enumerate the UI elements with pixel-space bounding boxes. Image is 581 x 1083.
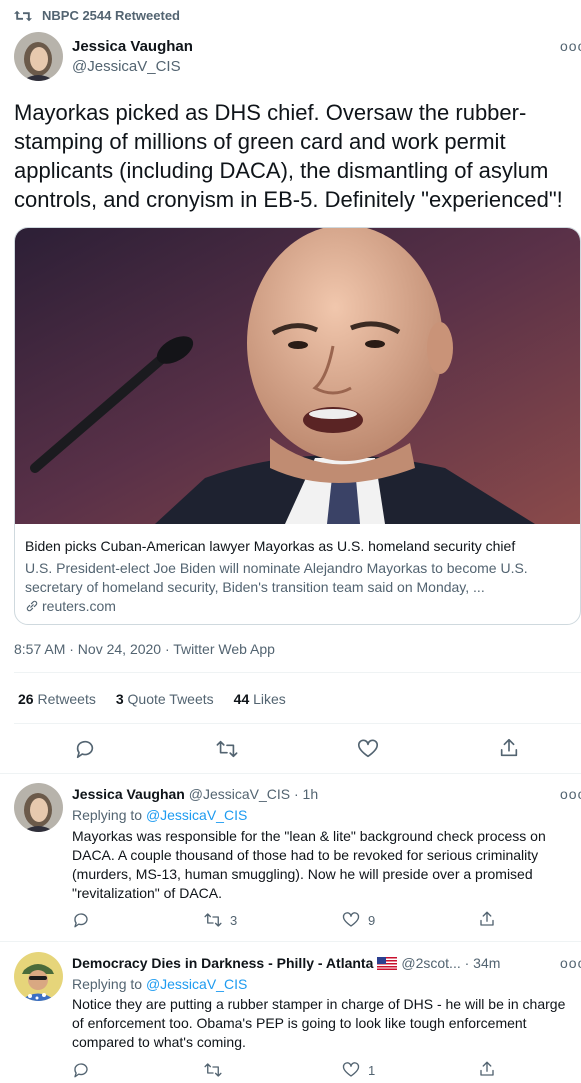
author-name[interactable]: Jessica Vaughan [72, 38, 193, 55]
share-icon [478, 1060, 496, 1078]
retweet-button[interactable] [216, 738, 238, 760]
reply-header: Democracy Dies in Darkness - Philly - At… [72, 955, 500, 971]
replying-to-prefix: Replying to [72, 976, 143, 992]
retweet-label[interactable]: NBPC 2544 Retweeted [42, 8, 180, 23]
replying-to-handle[interactable]: @JessicaV_CIS [146, 976, 247, 992]
share-button[interactable] [478, 910, 496, 928]
share-button[interactable] [478, 1060, 496, 1078]
reply-header: Jessica Vaughan @JessicaV_CIS · 1h [72, 786, 318, 802]
reply-avatar[interactable] [14, 952, 63, 1001]
like-button[interactable]: 9 [342, 911, 375, 929]
link-icon [25, 599, 39, 613]
reply-time[interactable]: · 1h [294, 786, 318, 802]
divider [0, 941, 581, 942]
retweet-icon [14, 9, 32, 23]
like-count: 9 [368, 912, 376, 928]
reply-button[interactable] [72, 911, 90, 929]
reply-time[interactable]: · 34m [465, 955, 501, 971]
reply-author-handle[interactable]: @2scot... [401, 955, 460, 971]
divider [0, 773, 581, 774]
card-domain[interactable]: reuters.com [25, 598, 116, 614]
reply-author-name[interactable]: Democracy Dies in Darkness - Philly - At… [72, 955, 373, 971]
more-options-icon[interactable]: ooo [560, 786, 581, 802]
retweet-icon [204, 1061, 222, 1079]
reply-button[interactable] [72, 1061, 90, 1079]
divider [14, 672, 581, 673]
replying-to-handle[interactable]: @JessicaV_CIS [146, 807, 247, 823]
more-options-icon[interactable]: ooo [560, 955, 581, 971]
quote-tweets-stat[interactable]: 3 Quote Tweets [116, 691, 214, 707]
retweet-icon [216, 738, 238, 760]
tweet-text: Mayorkas picked as DHS chief. Oversaw th… [14, 100, 563, 212]
replying-to: Replying to @JessicaV_CIS [72, 806, 247, 825]
retweet-count: 3 [230, 912, 238, 928]
link-card[interactable]: Biden picks Cuban-American lawyer Mayork… [14, 227, 581, 625]
card-domain-label: reuters.com [42, 598, 116, 614]
engagement-stats: 26 Retweets 3 Quote Tweets 44 Likes [18, 691, 286, 707]
retweet-button[interactable] [204, 1061, 230, 1079]
retweet-context: NBPC 2544 Retweeted [14, 8, 180, 23]
share-icon [498, 737, 520, 759]
reply-avatar[interactable] [14, 783, 63, 832]
reply-icon [72, 1061, 90, 1079]
heart-icon [342, 911, 360, 929]
heart-icon [342, 1061, 360, 1079]
replying-to-prefix: Replying to [72, 807, 143, 823]
reply-button[interactable] [74, 738, 96, 760]
like-button[interactable] [357, 738, 379, 760]
retweet-button[interactable]: 3 [204, 911, 237, 929]
retweet-icon [204, 911, 222, 929]
author-handle[interactable]: @JessicaV_CIS [72, 58, 181, 75]
reply-author-handle[interactable]: @JessicaV_CIS [189, 786, 290, 802]
more-options-icon[interactable]: ooo [560, 38, 581, 54]
likes-stat[interactable]: 44 Likes [234, 691, 286, 707]
card-image [15, 228, 580, 524]
divider [14, 723, 581, 724]
reply-icon [74, 738, 96, 760]
us-flag-icon [377, 957, 398, 970]
tweet-timestamp[interactable]: 8:57 AM · Nov 24, 2020 · Twitter Web App [14, 641, 275, 657]
share-button[interactable] [498, 737, 520, 759]
share-icon [478, 910, 496, 928]
card-title[interactable]: Biden picks Cuban-American lawyer Mayork… [25, 538, 515, 554]
retweets-stat[interactable]: 26 Retweets [18, 691, 96, 707]
reply-text: Notice they are putting a rubber stamper… [72, 996, 566, 1050]
like-count: 1 [368, 1062, 376, 1078]
like-button[interactable]: 1 [342, 1061, 375, 1079]
reply-author-name[interactable]: Jessica Vaughan [72, 786, 185, 802]
heart-icon [357, 738, 379, 760]
author-avatar[interactable] [14, 32, 63, 81]
reply-icon [72, 911, 90, 929]
reply-text: Mayorkas was responsible for the "lean &… [72, 828, 546, 901]
card-description: U.S. President-elect Joe Biden will nomi… [25, 560, 528, 595]
replying-to: Replying to @JessicaV_CIS [72, 975, 247, 994]
